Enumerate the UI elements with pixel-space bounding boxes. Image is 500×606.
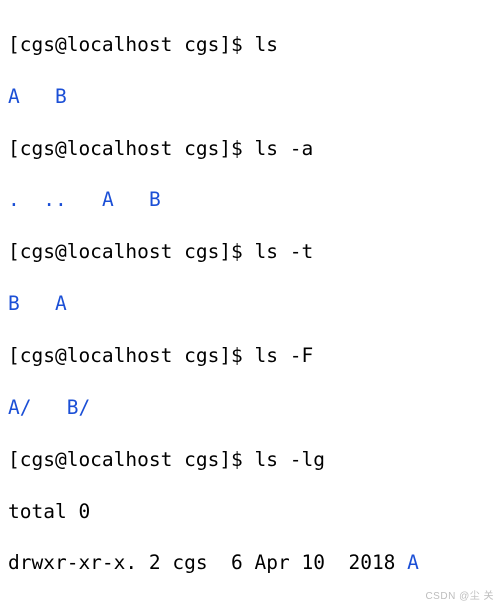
command: ls -F <box>255 344 314 367</box>
output-line: drwxr-xr-x. 3 cgs 17 Oct 21 23:47 B <box>8 602 492 606</box>
prompt-line: [cgs@localhost cgs]$ ls -lg <box>8 447 492 473</box>
prompt-line: [cgs@localhost cgs]$ ls -F <box>8 343 492 369</box>
dir-entry: B <box>55 85 67 108</box>
output-line: total 0 <box>8 499 492 525</box>
prompt: [cgs@localhost cgs]$ <box>8 448 255 471</box>
dir-entry: B <box>8 292 20 315</box>
dir-entry: .. <box>43 188 66 211</box>
prompt: [cgs@localhost cgs]$ <box>8 137 255 160</box>
dir-entry: B/ <box>67 396 90 419</box>
output-line: B A <box>8 291 492 317</box>
dir-entry: A <box>8 85 20 108</box>
dir-entry: A <box>407 551 419 574</box>
output-line: . .. A B <box>8 187 492 213</box>
dir-entry: B <box>149 188 161 211</box>
command: ls -t <box>255 240 314 263</box>
output-line: A/ B/ <box>8 395 492 421</box>
prompt-line: [cgs@localhost cgs]$ ls -a <box>8 136 492 162</box>
command: ls <box>255 33 278 56</box>
dir-entry: A <box>55 292 67 315</box>
command: ls -a <box>255 137 314 160</box>
dir-entry: . <box>8 188 20 211</box>
output-line: drwxr-xr-x. 2 cgs 6 Apr 10 2018 A <box>8 550 492 576</box>
prompt: [cgs@localhost cgs]$ <box>8 344 255 367</box>
long-listing: drwxr-xr-x. 2 cgs 6 Apr 10 2018 <box>8 551 407 574</box>
watermark: CSDN @尘 关 <box>425 587 494 602</box>
command: ls -lg <box>255 448 325 471</box>
prompt-line: [cgs@localhost cgs]$ ls <box>8 32 492 58</box>
output-line: A B <box>8 84 492 110</box>
prompt: [cgs@localhost cgs]$ <box>8 33 255 56</box>
dir-entry: A <box>102 188 114 211</box>
terminal[interactable]: [cgs@localhost cgs]$ ls A B [cgs@localho… <box>0 0 500 606</box>
prompt: [cgs@localhost cgs]$ <box>8 240 255 263</box>
dir-entry: A/ <box>8 396 31 419</box>
prompt-line: [cgs@localhost cgs]$ ls -t <box>8 239 492 265</box>
